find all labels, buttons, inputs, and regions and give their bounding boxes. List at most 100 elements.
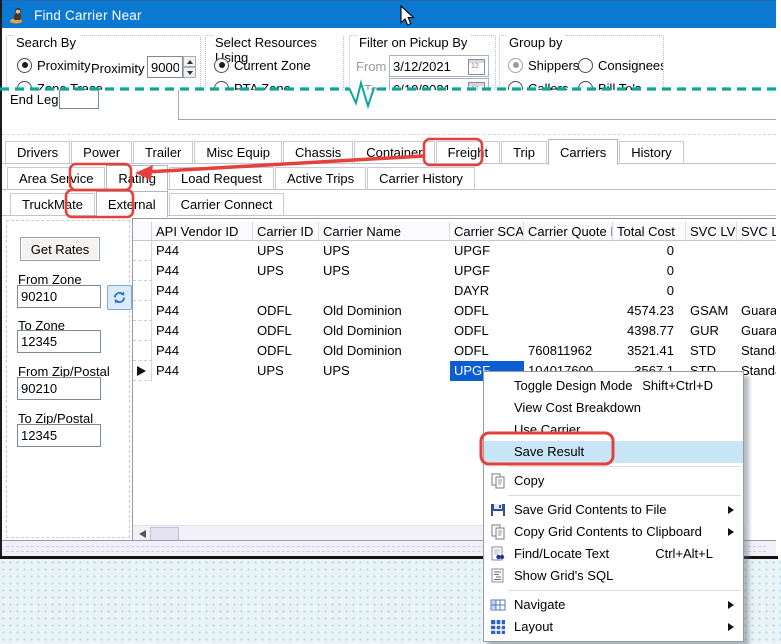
radio-searchby-zone-trace[interactable]: Zone Trace [17, 80, 103, 90]
grid-cell[interactable]: ODFL [450, 301, 524, 321]
grid-cell[interactable]: Old Dominion [319, 301, 450, 321]
field-input-to-zone[interactable] [17, 330, 101, 353]
grid-cell[interactable]: Old Dominion [319, 341, 450, 361]
grid-cell[interactable]: ODFL [253, 321, 319, 341]
tab-rating[interactable]: Rating [106, 165, 168, 191]
grid-cell[interactable]: P44 [152, 241, 253, 261]
menu-item-save-result[interactable]: Save Result [484, 441, 743, 463]
tab-carriers[interactable]: Carriers [548, 139, 618, 165]
grid-cell[interactable]: 760811962 [524, 341, 613, 361]
field-input-from-zip-postal[interactable] [17, 377, 101, 400]
tab-trip[interactable]: Trip [501, 141, 547, 164]
radio-groupby-consignees[interactable]: Consignees [578, 57, 663, 73]
grid-cell[interactable]: UPS [253, 241, 319, 261]
grid-cell[interactable]: 4398.77 [613, 321, 686, 341]
refresh-zones-button[interactable] [107, 285, 132, 310]
tab-load-request[interactable]: Load Request [169, 167, 274, 190]
grid-cell[interactable]: ODFL [253, 301, 319, 321]
radio-resources-pta-zone[interactable]: PTA Zone [214, 80, 291, 90]
end-leg-input[interactable] [59, 90, 99, 109]
column-header-carrier-quote-id[interactable]: Carrier Quote ID [524, 222, 613, 241]
menu-item-save-grid-contents-to-file[interactable]: Save Grid Contents to File [484, 499, 743, 521]
tab-freight[interactable]: Freight [436, 141, 500, 164]
menu-item-layout[interactable]: Layout [484, 616, 743, 638]
tab-power[interactable]: Power [71, 141, 132, 164]
grid-cell[interactable]: 0 [613, 281, 686, 301]
tab-drivers[interactable]: Drivers [5, 141, 70, 164]
menu-item-copy[interactable]: Copy [484, 470, 743, 492]
proximity-spinner[interactable] [183, 56, 196, 78]
menu-item-use-carrier[interactable]: Use Carrier [484, 419, 743, 441]
calendar-icon[interactable] [468, 59, 485, 75]
grid-cell[interactable]: UPS [319, 261, 450, 281]
menu-item-find-locate-text[interactable]: Find/Locate TextCtrl+Alt+L [484, 543, 743, 565]
radio-groupby-callers[interactable]: Callers [508, 80, 568, 90]
column-header-carrier-id[interactable]: Carrier ID [253, 222, 319, 241]
grid-cell[interactable]: 0 [613, 241, 686, 261]
grid-cell[interactable]: UPGF [450, 261, 524, 281]
tab-chassis[interactable]: Chassis [283, 141, 353, 164]
grid-cell[interactable]: ODFL [253, 341, 319, 361]
grid-cell[interactable]: Old Dominion [319, 321, 450, 341]
grid-cell[interactable]: ODFL [450, 321, 524, 341]
grid-cell[interactable]: Guarante [737, 321, 777, 341]
tab-external[interactable]: External [96, 191, 168, 217]
grid-cell[interactable]: UPS [253, 261, 319, 281]
spin-down-icon[interactable] [183, 67, 196, 78]
grid-cell[interactable]: GSAM [686, 301, 737, 321]
from-date-input[interactable]: 3/12/2021 [389, 55, 489, 77]
grid-cell[interactable]: P44 [152, 301, 253, 321]
column-header-svc-lvl[interactable]: SVC LVL [686, 222, 737, 241]
get-rates-button[interactable]: Get Rates [20, 237, 100, 261]
tab-active-trips[interactable]: Active Trips [275, 167, 366, 190]
radio-resources-current-zone[interactable]: Current Zone [214, 57, 311, 73]
tab-carrier-history[interactable]: Carrier History [367, 167, 475, 190]
menu-item-view-cost-breakdown[interactable]: View Cost Breakdown [484, 397, 743, 419]
scrollbar-thumb[interactable] [150, 527, 179, 541]
grid-cell[interactable]: DAYR [450, 281, 524, 301]
grid-cell[interactable]: P44 [152, 261, 253, 281]
grid-cell[interactable]: UPS [319, 361, 450, 381]
tab-misc-equip[interactable]: Misc Equip [194, 141, 282, 164]
column-header-carrier-name[interactable]: Carrier Name [319, 222, 450, 241]
radio-groupby-shippers[interactable]: Shippers [508, 57, 579, 73]
grid-cell[interactable]: P44 [152, 321, 253, 341]
grid-cell[interactable]: GUR [686, 321, 737, 341]
menu-item-navigate[interactable]: Navigate [484, 594, 743, 616]
proximity-input[interactable] [147, 56, 183, 78]
spin-up-icon[interactable] [183, 56, 196, 67]
grid-cell[interactable]: ODFL [450, 341, 524, 361]
field-input-to-zip-postal[interactable] [17, 424, 101, 447]
radio-groupby-bill-to-s[interactable]: Bill To's [578, 80, 641, 90]
grid-cell[interactable]: 0 [613, 261, 686, 281]
title-bar[interactable]: Find Carrier Near [2, 0, 776, 29]
column-header-carrier-scac[interactable]: Carrier SCAC [450, 222, 524, 241]
grid-cell[interactable]: P44 [152, 281, 253, 301]
tab-carrier-connect[interactable]: Carrier Connect [169, 193, 285, 216]
tab-trailer[interactable]: Trailer [133, 141, 193, 164]
to-date-input[interactable]: 6/10/2021 [389, 78, 489, 90]
grid-cell[interactable]: Guarante [737, 301, 777, 321]
column-header-total-cost[interactable]: Total Cost [613, 222, 686, 241]
tab-area-service[interactable]: Area Service [7, 167, 105, 190]
column-header-svc-lvl-d[interactable]: SVC LVL D [737, 222, 777, 241]
scroll-left-icon[interactable] [139, 530, 146, 538]
grid-cell[interactable]: 4574.23 [613, 301, 686, 321]
grid-cell[interactable]: UPGF [450, 241, 524, 261]
grid-cell[interactable]: P44 [152, 341, 253, 361]
grid-cell[interactable]: P44 [152, 361, 253, 381]
grid-cell[interactable]: UPS [319, 241, 450, 261]
grid-cell[interactable]: Standard [737, 341, 777, 361]
tab-history[interactable]: History [619, 141, 683, 164]
field-input-from-zone[interactable] [17, 285, 101, 308]
column-header-api-vendor-id[interactable]: API Vendor ID [152, 222, 253, 241]
menu-item-show-grid-s-sql[interactable]: Show Grid's SQL [484, 565, 743, 587]
tab-truckmate[interactable]: TruckMate [10, 193, 95, 216]
grid-cell[interactable]: STD [686, 341, 737, 361]
tab-container[interactable]: Container [354, 141, 434, 164]
grid-cell[interactable]: 3521.41 [613, 341, 686, 361]
menu-item-copy-grid-contents-to-clipboard[interactable]: Copy Grid Contents to Clipboard [484, 521, 743, 543]
radio-searchby-proximity[interactable]: Proximity [17, 57, 90, 73]
grid-cell[interactable]: UPS [253, 361, 319, 381]
calendar-icon[interactable] [468, 82, 485, 90]
